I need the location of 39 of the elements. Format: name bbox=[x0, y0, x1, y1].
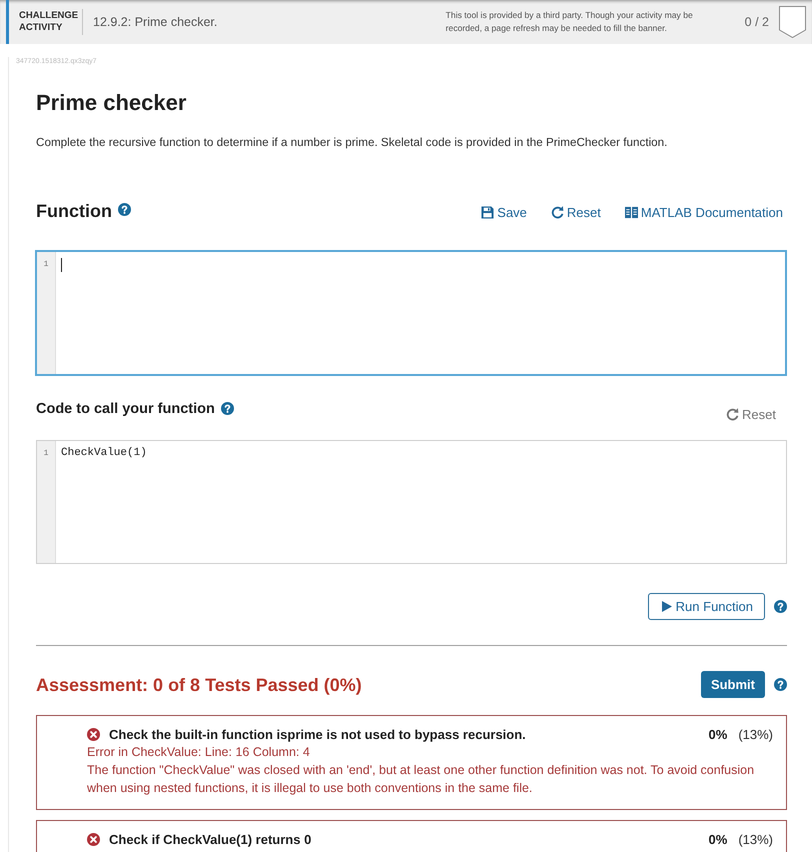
error-message: Error in CheckValue: Line: 16 Column: 4 bbox=[87, 744, 311, 761]
help-icon[interactable] bbox=[118, 202, 131, 216]
help-icon[interactable] bbox=[774, 600, 787, 613]
code-editor[interactable]: 1 CheckValue(1) bbox=[36, 440, 787, 564]
code-line: CheckValue(1) bbox=[61, 446, 147, 461]
line-number: 1 bbox=[42, 259, 50, 271]
test-weight: (13%) bbox=[738, 832, 773, 847]
test-title: Check if CheckValue(1) returns 0 bbox=[109, 831, 312, 848]
play-icon bbox=[662, 601, 672, 612]
run-function-button[interactable]: Run Function bbox=[648, 593, 765, 620]
description-text: Complete the recursive function to determine if a number is prime. Skeletal code is provided in the PrimeChecker function. bbox=[36, 135, 668, 151]
assessment-heading: Assessment: 0 of 8 Tests Passed (0%) bbox=[36, 674, 362, 696]
save-button[interactable]: Save bbox=[481, 205, 527, 220]
book-icon bbox=[624, 206, 638, 219]
page-title: Prime checker bbox=[36, 90, 186, 116]
third-party-notice: This tool is provided by a third party. Though your activity may be recorded, a page refresh may be needed to fill the banner. bbox=[446, 9, 694, 35]
help-icon[interactable] bbox=[220, 402, 234, 415]
challenge-activity-label: CHALLENGE ACTIVITY bbox=[19, 10, 79, 34]
test-weight: (13%) bbox=[738, 727, 773, 742]
test-title: Check the built-in function isprime is not used to bypass recursion. bbox=[109, 726, 526, 743]
help-icon[interactable] bbox=[774, 678, 787, 691]
error-icon bbox=[87, 728, 100, 741]
text-cursor bbox=[61, 258, 62, 272]
circular-arrow-icon bbox=[550, 206, 564, 219]
error-message: The function "CheckValue" was closed with an 'end', but at least one other function definition was not. To avoid confusion when using nested functions, it is illegal to use both conventions in the same file. bbox=[87, 762, 756, 797]
submit-button[interactable]: Submit bbox=[700, 671, 765, 698]
section-heading: Function bbox=[36, 200, 112, 222]
shield-icon bbox=[779, 6, 806, 38]
reset-button[interactable]: Reset bbox=[550, 205, 601, 220]
test-score: 0% bbox=[708, 727, 728, 742]
line-number: 1 bbox=[42, 448, 50, 460]
error-icon bbox=[87, 833, 100, 846]
activity-title: 12.9.2: Prime checker. bbox=[93, 15, 218, 29]
score-text: 0 / 2 bbox=[744, 15, 769, 29]
documentation-link[interactable]: MATLAB Documentation bbox=[624, 205, 783, 220]
test-score: 0% bbox=[708, 832, 728, 847]
circular-arrow-icon bbox=[726, 408, 740, 421]
code-editor[interactable]: 1 bbox=[35, 250, 787, 376]
section-heading: Code to call your function bbox=[36, 400, 215, 418]
